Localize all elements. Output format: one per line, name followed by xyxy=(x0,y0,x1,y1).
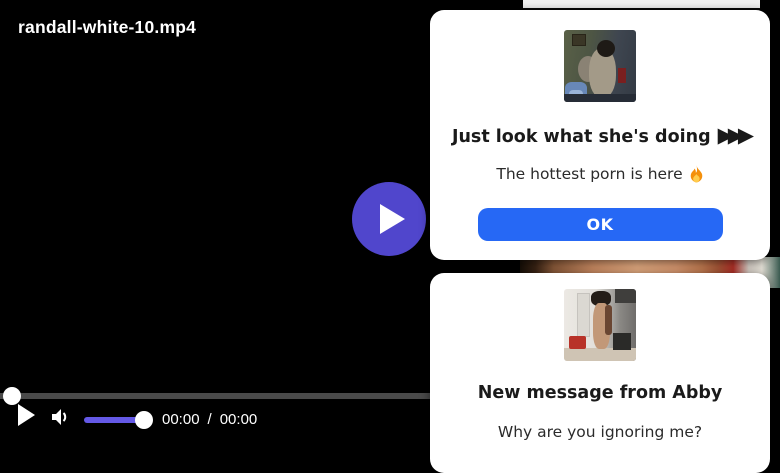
current-time: 00:00 xyxy=(162,411,200,428)
popup-1-thumbnail-image[interactable] xyxy=(564,30,636,102)
stacked-popup-edge xyxy=(523,0,760,10)
popup-2-thumbnail-image[interactable] xyxy=(564,289,636,361)
thumbnail-detail xyxy=(572,34,586,46)
progress-handle[interactable] xyxy=(3,387,21,405)
popup-2-title: New message from Abby xyxy=(477,383,723,403)
play-icon xyxy=(380,204,405,234)
thumbnail-detail xyxy=(597,40,615,57)
thumbnail-detail xyxy=(613,333,631,350)
mute-button[interactable] xyxy=(50,407,72,432)
popup-1-subtitle: The hottest porn is here xyxy=(496,164,703,184)
triple-play-arrows-icon: ▶▶▶ xyxy=(717,123,755,147)
thumbnail-detail xyxy=(564,94,636,102)
page: { "player": { "title": "randall-white-10… xyxy=(0,0,780,473)
duration: 00:00 xyxy=(219,411,258,428)
ok-button[interactable]: OK xyxy=(477,208,723,241)
play-button[interactable] xyxy=(18,404,35,426)
video-filename: randall-white-10.mp4 xyxy=(18,17,197,37)
time-separator: / xyxy=(207,411,212,428)
ad-popup-2: New message from Abby Why are you ignori… xyxy=(430,273,770,473)
speaker-icon xyxy=(52,409,67,425)
popup-2-subtitle: Why are you ignoring me? xyxy=(497,423,703,441)
thumbnail-detail xyxy=(615,289,636,303)
thumbnail-detail xyxy=(577,293,590,337)
thumbnail-detail xyxy=(605,305,612,335)
popup-1-subtitle-text: The hottest porn is here xyxy=(496,165,683,183)
time-display: 00:00 / 00:00 xyxy=(162,411,257,428)
thumbnail-detail xyxy=(618,68,626,83)
big-play-button[interactable] xyxy=(352,182,426,256)
thumbnail-detail xyxy=(569,336,586,349)
popup-1-title-text: Just look what she's doing xyxy=(451,127,711,147)
volume-handle[interactable] xyxy=(135,411,153,429)
fire-icon xyxy=(690,165,702,183)
ad-popup-1: Just look what she's doing ▶▶▶ The hottes… xyxy=(430,10,770,260)
popup-1-title: Just look what she's doing ▶▶▶ xyxy=(451,123,755,148)
